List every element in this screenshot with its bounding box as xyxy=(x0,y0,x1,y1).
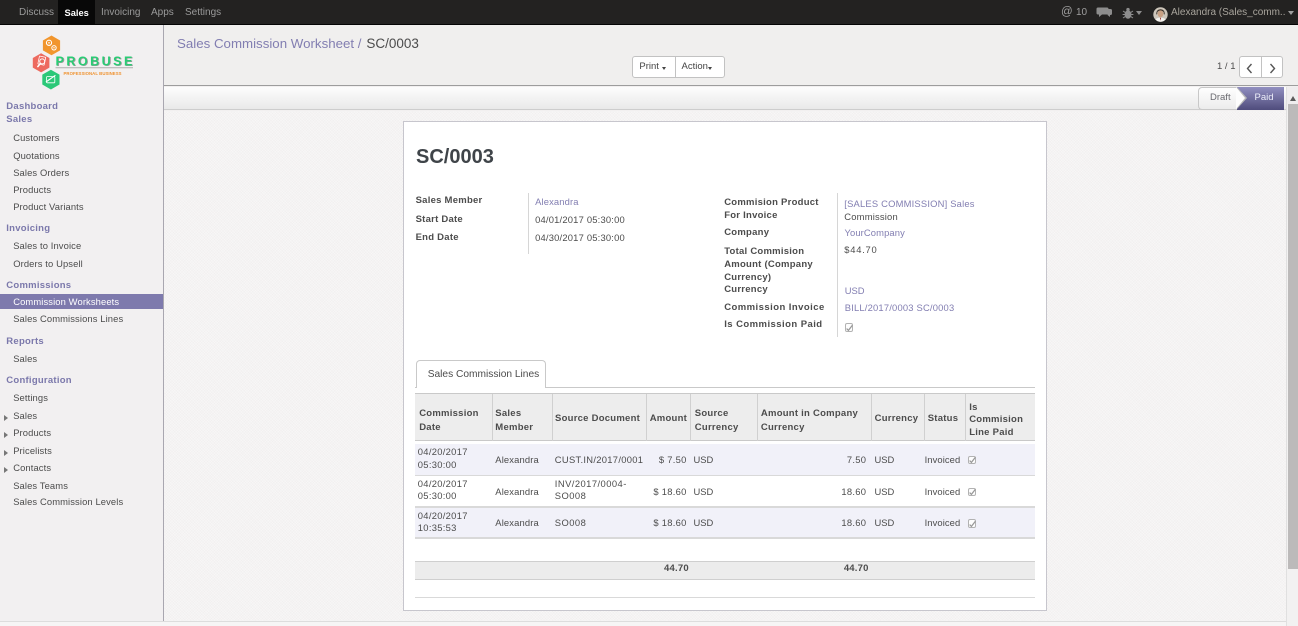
svg-text:PROBUSE: PROBUSE xyxy=(56,54,135,68)
svg-text:PROFESSIONAL BUSINESS: PROFESSIONAL BUSINESS xyxy=(64,71,122,76)
